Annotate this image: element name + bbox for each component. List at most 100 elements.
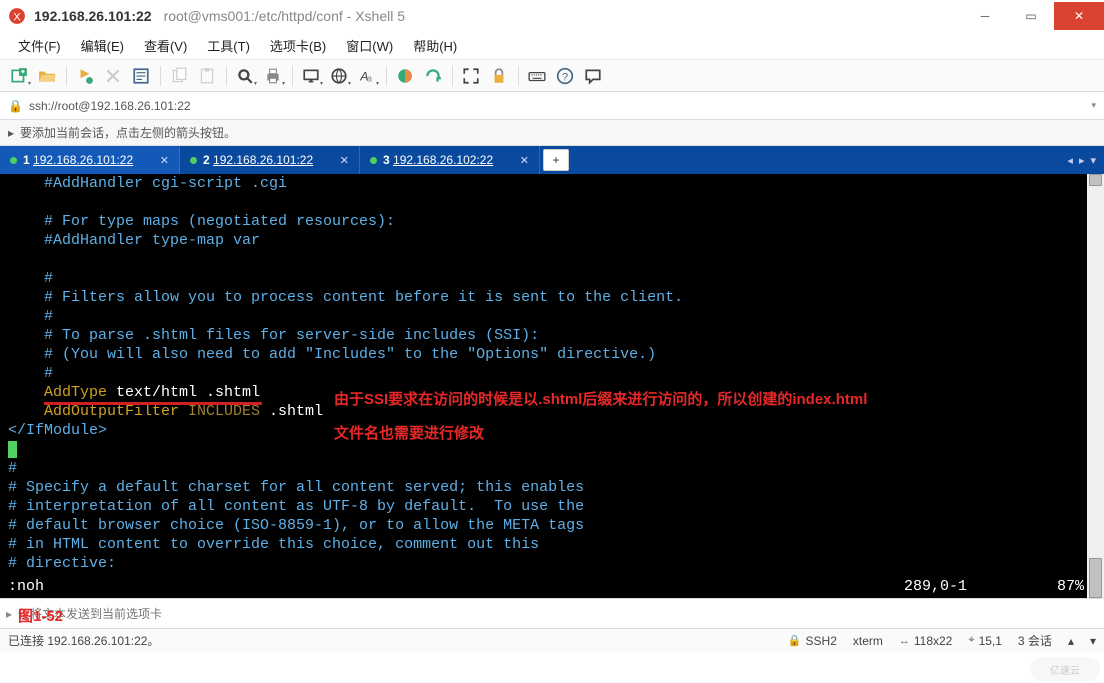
annotation-underline — [44, 402, 262, 405]
new-session-icon[interactable]: ▾ — [6, 63, 32, 89]
svg-text:?: ? — [562, 71, 568, 83]
help-icon[interactable]: ? — [552, 63, 578, 89]
code-line: # — [44, 365, 53, 382]
cursor — [8, 441, 17, 458]
lock-small-icon: 🔒 — [788, 634, 802, 647]
chat-icon[interactable] — [580, 63, 606, 89]
find-icon[interactable]: ▾ — [232, 63, 258, 89]
separator — [222, 63, 230, 89]
open-session-icon[interactable] — [34, 63, 60, 89]
disconnect-icon[interactable] — [100, 63, 126, 89]
code-tag: </IfModule> — [8, 422, 107, 439]
refresh-icon[interactable] — [420, 63, 446, 89]
session-tab-3[interactable]: 3 192.168.26.102:22 ✕ — [360, 146, 540, 174]
session-tab-2[interactable]: 2 192.168.26.101:22 ✕ — [180, 146, 360, 174]
cursor-pos-icon: ⌖ — [968, 634, 974, 647]
status-down-icon[interactable]: ▾ — [1090, 634, 1096, 648]
vim-percent: 87% — [1034, 577, 1084, 596]
tab-close-icon[interactable]: ✕ — [520, 154, 529, 167]
lock-icon[interactable] — [486, 63, 512, 89]
paste-icon[interactable] — [194, 63, 220, 89]
separator — [514, 63, 522, 89]
compose-arrow-icon[interactable]: ▸ — [6, 607, 12, 621]
arrow-hint-icon[interactable]: ▸ — [8, 126, 14, 140]
code-keyword: AddType — [44, 384, 107, 401]
code-line: # (You will also need to add "Includes" … — [44, 346, 656, 363]
tab-prev-icon[interactable]: ◂ — [1067, 154, 1073, 167]
code-text: .shtml — [260, 403, 323, 420]
tab-nav: ◂ ▸ ▾ — [1067, 146, 1104, 174]
code-line: # Specify a default charset for all cont… — [8, 479, 584, 496]
tab-index: 1 — [23, 153, 30, 167]
vim-status-line: :noh 289,0-1 87% — [8, 577, 1084, 596]
scroll-thumb[interactable] — [1089, 558, 1102, 598]
encoding-icon[interactable]: ▾ — [326, 63, 352, 89]
watermark-logo: 亿速云 — [1030, 657, 1100, 681]
maximize-button[interactable]: ▭ — [1008, 2, 1054, 30]
svg-text:a: a — [367, 73, 372, 83]
separator — [382, 63, 390, 89]
menu-edit[interactable]: 编辑(E) — [73, 32, 132, 59]
resize-icon: ↔ — [899, 635, 910, 647]
title-host: 192.168.26.101:22 — [34, 8, 152, 24]
protocol-lock-icon: 🔒 — [8, 99, 23, 113]
code-line: #AddHandler type-map var — [44, 232, 260, 249]
title-subtitle: root@vms001:/etc/httpd/conf - Xshell 5 — [164, 8, 405, 24]
status-sessions: 3 会话 — [1018, 632, 1052, 649]
close-button[interactable]: ✕ — [1054, 2, 1104, 30]
keyboard-icon[interactable] — [524, 63, 550, 89]
status-up-icon[interactable]: ▴ — [1068, 634, 1074, 648]
status-cursor: ⌖15,1 — [968, 634, 1002, 648]
scroll-up-button[interactable] — [1089, 174, 1102, 186]
font-icon[interactable]: Aa▾ — [354, 63, 380, 89]
annotation-text-2: 文件名也需要进行修改 — [334, 424, 484, 443]
status-size: ↔118x22 — [899, 634, 952, 648]
status-term: xterm — [853, 634, 883, 648]
tab-label: 192.168.26.102:22 — [393, 153, 493, 167]
code-line: # — [44, 270, 53, 287]
properties-icon[interactable] — [128, 63, 154, 89]
menu-view[interactable]: 查看(V) — [136, 32, 195, 59]
copy-icon[interactable] — [166, 63, 192, 89]
address-bar: 🔒 ssh://root@192.168.26.101:22 ▾ — [0, 92, 1104, 120]
add-tab-button[interactable]: + — [543, 149, 569, 171]
menu-window[interactable]: 窗口(W) — [338, 32, 401, 59]
status-ssh: 🔒SSH2 — [788, 634, 837, 648]
menu-help[interactable]: 帮助(H) — [405, 32, 465, 59]
code-line: # For type maps (negotiated resources): — [44, 213, 395, 230]
separator — [448, 63, 456, 89]
menu-tools[interactable]: 工具(T) — [199, 32, 258, 59]
print-icon[interactable]: ▾ — [260, 63, 286, 89]
dropdown-icon[interactable]: ▾ — [1091, 100, 1096, 111]
separator — [288, 63, 296, 89]
terminal-pane[interactable]: #AddHandler cgi-script .cgi # For type m… — [0, 174, 1104, 598]
info-bar: ▸ 要添加当前会话，点击左侧的箭头按钮。 — [0, 120, 1104, 146]
vim-position: 289,0-1 — [904, 577, 1034, 596]
tab-close-icon[interactable]: ✕ — [340, 154, 349, 167]
status-dot-icon — [190, 157, 197, 164]
tab-index: 3 — [383, 153, 390, 167]
code-line: # To parse .shtml files for server-side … — [44, 327, 539, 344]
url-field[interactable]: ssh://root@192.168.26.101:22 — [29, 99, 1086, 113]
code-text: text/html .shtml — [107, 384, 260, 401]
menu-tabs[interactable]: 选项卡(B) — [262, 32, 334, 59]
fullscreen-icon[interactable] — [458, 63, 484, 89]
compose-input[interactable] — [18, 607, 1098, 621]
menu-file[interactable]: 文件(F) — [10, 32, 69, 59]
tab-index: 2 — [203, 153, 210, 167]
minimize-button[interactable]: ─ — [962, 2, 1008, 30]
screen-icon[interactable]: ▾ — [298, 63, 324, 89]
toolbar: ▾ ▾ ▾ ▾ ▾ Aa▾ ? — [0, 60, 1104, 92]
reconnect-icon[interactable] — [72, 63, 98, 89]
tab-label: 192.168.26.101:22 — [33, 153, 133, 167]
figure-label: 图1-52 — [18, 605, 63, 626]
terminal-scrollbar[interactable] — [1087, 174, 1104, 598]
title-bar: X 192.168.26.101:22 root@vms001:/etc/htt… — [0, 0, 1104, 32]
tab-list-icon[interactable]: ▾ — [1090, 154, 1096, 167]
color-scheme-icon[interactable] — [392, 63, 418, 89]
session-tab-1[interactable]: 1 192.168.26.101:22 ✕ — [0, 146, 180, 174]
tab-next-icon[interactable]: ▸ — [1079, 154, 1085, 167]
status-dot-icon — [370, 157, 377, 164]
tab-close-icon[interactable]: ✕ — [160, 154, 169, 167]
vim-command: :noh — [8, 577, 904, 596]
